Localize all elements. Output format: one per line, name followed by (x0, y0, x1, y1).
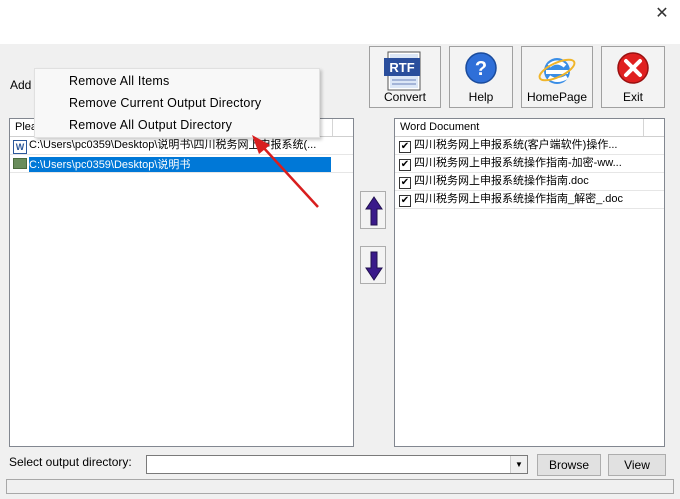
document-name: 四川税务网上申报系统操作指南.doc (414, 175, 589, 187)
help-icon: ? (465, 52, 497, 84)
rtf-document-icon: RTF (384, 51, 421, 91)
list-item[interactable]: ✔ 四川税务网上申报系统操作指南-加密-ww... (395, 155, 664, 173)
homepage-button[interactable]: HomePage (521, 46, 593, 108)
file-path-label: C:\Users\pc0359\Desktop\说明书\四川税务网上申报系统(.… (29, 139, 317, 151)
checkbox-checked[interactable]: ✔ (399, 177, 411, 189)
menu-item-remove-current-output-directory[interactable]: Remove Current Output Directory (69, 96, 261, 110)
checkbox-checked[interactable]: ✔ (399, 195, 411, 207)
word-document-header[interactable]: Word Document (395, 119, 664, 137)
document-name: 四川税务网上申报系统(客户端软件)操作... (414, 139, 618, 151)
convert-label: Convert (383, 90, 427, 104)
context-menu: Remove All Items Remove Current Output D… (34, 68, 320, 138)
checkbox-checked[interactable]: ✔ (399, 159, 411, 171)
chevron-down-icon[interactable]: ▼ (510, 456, 527, 473)
list-item[interactable]: ✔ 四川税务网上申报系统操作指南.doc (395, 173, 664, 191)
column-separator (643, 119, 644, 136)
convert-button[interactable]: RTF Convert (369, 46, 441, 108)
folder-icon (13, 158, 27, 169)
output-directory-combobox[interactable]: ▼ (146, 455, 528, 474)
word-file-icon: W (13, 140, 27, 154)
move-down-button[interactable] (360, 246, 386, 284)
document-name: 四川税务网上申报系统操作指南-加密-ww... (414, 157, 622, 169)
add-button-label: Add (10, 78, 32, 92)
title-bar: ✕ (0, 0, 680, 44)
homepage-label: HomePage (526, 90, 588, 104)
add-button[interactable]: Add (10, 78, 31, 92)
menu-item-remove-all-output-directory[interactable]: Remove All Output Directory (69, 118, 232, 132)
help-label: Help (468, 90, 494, 104)
document-name: 四川税务网上申报系统操作指南_解密_.doc (414, 193, 624, 205)
exit-label: Exit (622, 90, 643, 104)
down-arrow-icon (365, 251, 383, 281)
menu-item-remove-all-items[interactable]: Remove All Items (69, 74, 169, 88)
exit-button[interactable]: Exit (601, 46, 665, 108)
list-item[interactable]: W C:\Users\pc0359\Desktop\说明书\四川税务网上申报系统(… (10, 137, 353, 155)
close-icon[interactable]: ✕ (652, 4, 672, 24)
status-bar (6, 479, 674, 494)
list-item[interactable]: ✔ 四川税务网上申报系统(客户端软件)操作... (395, 137, 664, 155)
output-dir-label: C:\Users\pc0359\Desktop\说明书 (29, 157, 331, 172)
column-separator (332, 119, 333, 136)
browse-button[interactable]: Browse (537, 454, 601, 476)
word-document-header-label: Word Document (400, 121, 480, 133)
checkbox-checked[interactable]: ✔ (399, 141, 411, 153)
file-list-panel[interactable]: Plea W C:\Users\pc0359\Desktop\说明书\四川税务网上… (9, 118, 354, 447)
list-item[interactable]: ✔ 四川税务网上申报系统操作指南_解密_.doc (395, 191, 664, 209)
up-arrow-icon (365, 196, 383, 226)
move-up-button[interactable] (360, 191, 386, 229)
browser-e-icon (538, 58, 576, 84)
rtf-icon-text: RTF (389, 60, 414, 75)
exit-icon (617, 52, 649, 84)
output-directory-label: Select output directory: (9, 455, 132, 469)
view-button[interactable]: View (608, 454, 666, 476)
help-button[interactable]: ? Help (449, 46, 513, 108)
list-item[interactable]: C:\Users\pc0359\Desktop\说明书 (10, 155, 353, 173)
svg-text:?: ? (475, 58, 487, 80)
word-document-panel[interactable]: Word Document ✔ 四川税务网上申报系统(客户端软件)操作... ✔ 四… (394, 118, 665, 447)
